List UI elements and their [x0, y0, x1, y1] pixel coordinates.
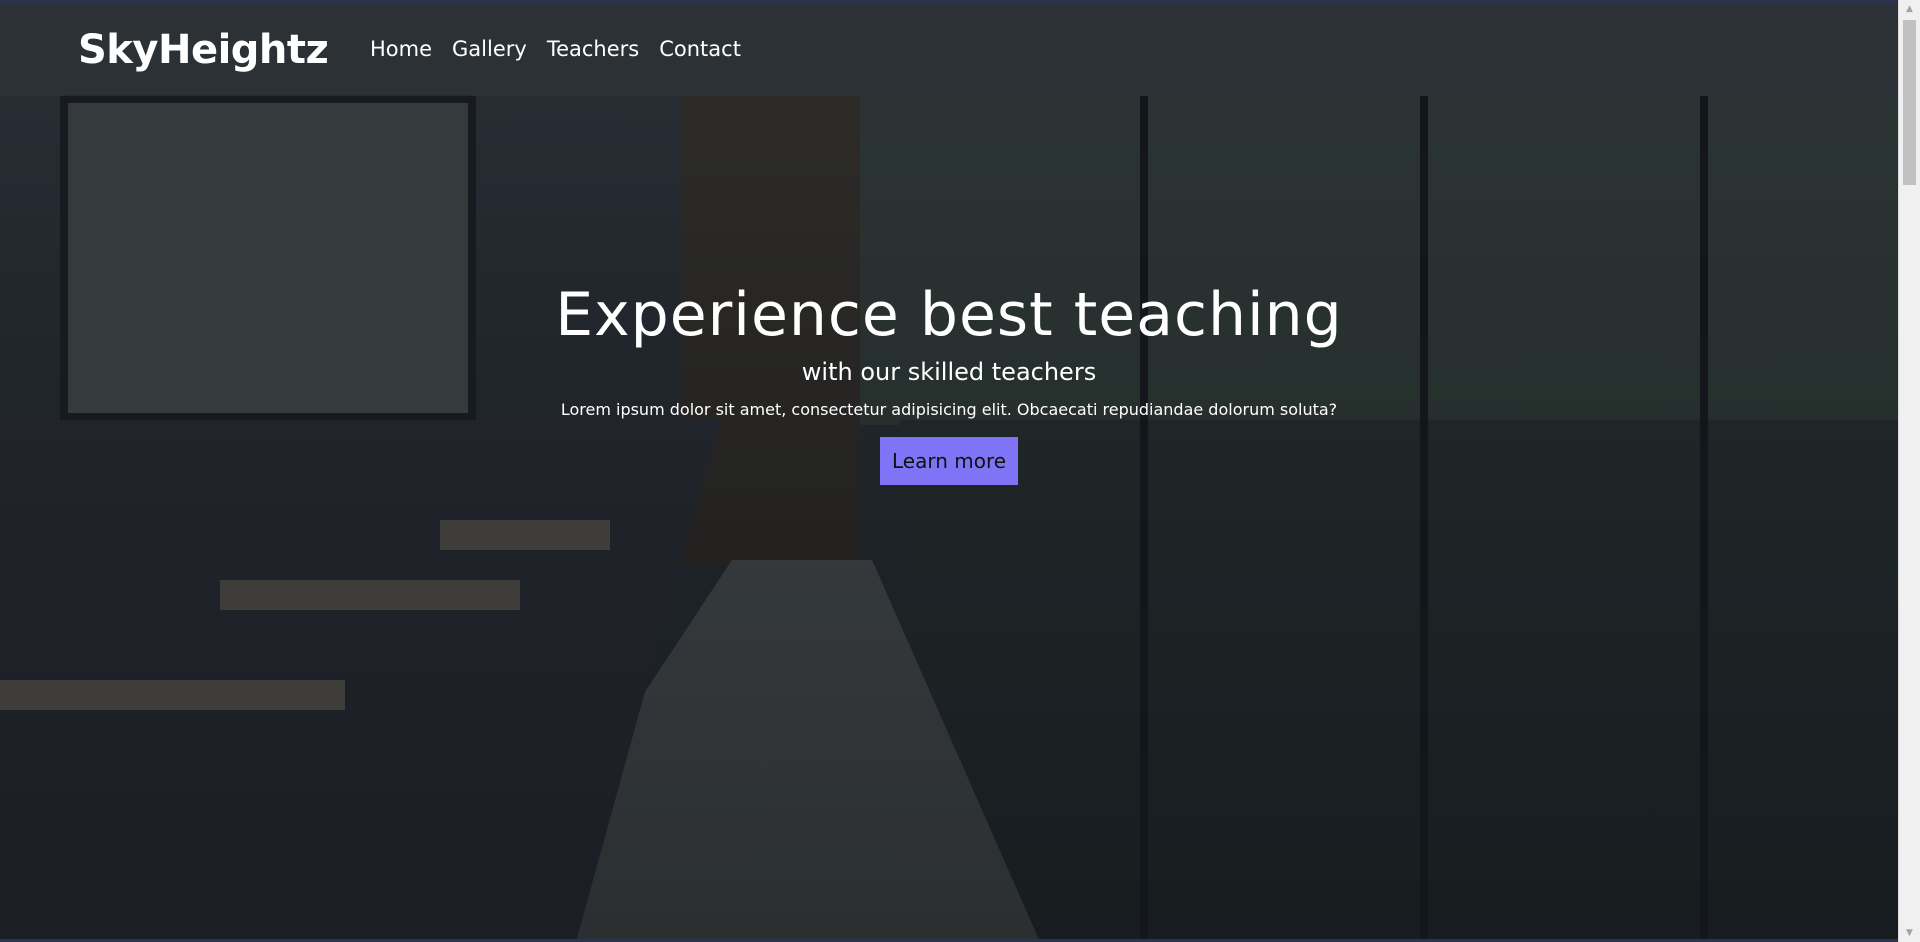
- nav-link-teachers[interactable]: Teachers: [547, 37, 639, 61]
- vertical-scrollbar[interactable]: ▲ ▼: [1898, 0, 1920, 942]
- learn-more-button[interactable]: Learn more: [879, 437, 1019, 485]
- nav-link-gallery[interactable]: Gallery: [452, 37, 527, 61]
- scrollbar-thumb[interactable]: [1903, 20, 1916, 185]
- chevron-down-icon[interactable]: ▼: [1899, 924, 1920, 942]
- nav-link-home[interactable]: Home: [370, 37, 432, 61]
- nav-link-contact[interactable]: Contact: [659, 37, 741, 61]
- navbar: SkyHeightz Home Gallery Teachers Contact: [0, 0, 1898, 96]
- hero-section: Experience best teaching with our skille…: [0, 280, 1898, 485]
- hero-title: Experience best teaching: [555, 280, 1343, 350]
- hero-description: Lorem ipsum dolor sit amet, consectetur …: [560, 400, 1338, 419]
- brand-logo[interactable]: SkyHeightz: [78, 27, 329, 73]
- chevron-up-icon[interactable]: ▲: [1899, 0, 1920, 18]
- page: SkyHeightz Home Gallery Teachers Contact…: [0, 0, 1920, 942]
- hero-subtitle: with our skilled teachers: [801, 358, 1097, 386]
- nav-links: Home Gallery Teachers Contact: [370, 37, 741, 61]
